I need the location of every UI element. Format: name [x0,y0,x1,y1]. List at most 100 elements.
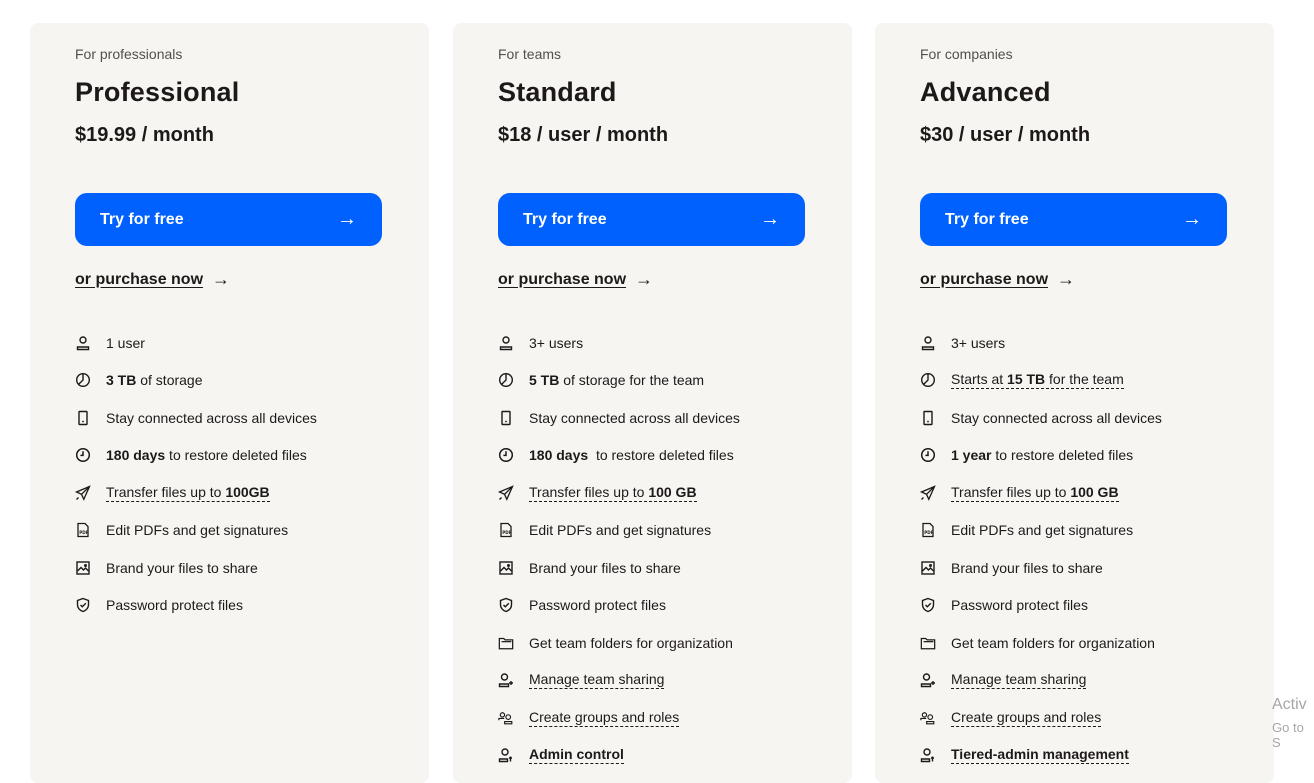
feature-text: Create groups and roles [951,708,1102,727]
feature-text: 3 TB of storage [106,372,203,388]
feature-text-part: Transfer files up to [106,483,226,500]
feature-item: 1 user [75,324,415,362]
feature-item[interactable]: Tiered-admin management [920,737,1260,775]
shield-icon [75,595,97,615]
svg-text:PDF: PDF [79,530,89,535]
purchase-now-link[interactable]: or purchase now → [498,269,653,290]
try-for-free-button[interactable]: Try for free → [498,193,805,246]
plan-card-standard: For teams Standard $18 / user / month Tr… [453,23,852,783]
device-icon [498,408,520,428]
feature-item[interactable]: Manage team sharing [498,662,838,700]
feature-text: 3+ users [951,335,1005,351]
feature-text: Get team folders for organization [951,635,1155,651]
try-for-free-label: Try for free [945,210,1029,228]
image-icon [75,558,97,578]
feature-item: PDF Edit PDFs and get signatures [920,512,1260,550]
clock-icon [498,445,520,465]
storage-icon [498,370,520,390]
purchase-now-label: or purchase now [498,270,627,288]
feature-text: Stay connected across all devices [951,410,1162,426]
plan-name: Standard [498,77,617,107]
svg-text:PDF: PDF [924,530,934,535]
pdf-icon: PDF [920,520,942,540]
feature-item[interactable]: Admin control [498,737,838,775]
clock-icon [75,445,97,465]
purchase-now-link[interactable]: or purchase now → [75,269,230,290]
feature-text: Edit PDFs and get signatures [951,522,1133,538]
feature-text-part: Password protect files [529,597,666,614]
feature-text-part: Stay connected across all devices [106,409,317,426]
feature-text: Edit PDFs and get signatures [106,522,288,538]
clock-icon [920,445,942,465]
feature-text-part: of storage for the team [559,372,705,389]
plan-card-advanced: For companies Advanced $30 / user / mont… [875,23,1274,783]
user-icon [920,333,942,353]
feature-text-part: of storage [136,372,203,389]
user-icon [498,333,520,353]
feature-text: Transfer files up to 100 GB [529,484,697,502]
feature-text-bold: 3 TB [106,372,137,389]
shield-icon [498,595,520,615]
feature-item: 3 TB of storage [75,362,415,400]
admin-icon [498,745,520,765]
arrow-right-icon: → [1182,208,1202,230]
send-icon [498,483,520,503]
plan-card-professional: For professionals Professional $19.99 / … [30,23,429,783]
feature-item[interactable]: Transfer files up to 100 GB [920,474,1260,512]
feature-item: Brand your files to share [920,549,1260,587]
feature-text-bold: 100 GB [1070,483,1119,500]
plan-eyebrow: For teams [498,46,562,62]
feature-text-part: Create groups and roles [951,708,1102,725]
arrow-right-icon: → [337,208,357,230]
feature-text: Transfer files up to 100 GB [951,484,1119,502]
feature-text-part: Edit PDFs and get signatures [106,522,289,539]
feature-text-part: 3+ users [951,334,1006,351]
feature-item: Get team folders for organization [920,624,1260,662]
feature-text: Starts at 15 TB for the team [951,371,1124,390]
try-for-free-button[interactable]: Try for free → [75,193,382,246]
feature-item[interactable]: Manage team sharing [920,662,1260,700]
try-for-free-button[interactable]: Try for free → [920,193,1227,246]
shield-icon [920,595,942,615]
feature-text: 180 days to restore deleted files [106,447,307,463]
user-icon [75,333,97,353]
feature-text-bold: 1 year [951,447,992,464]
plan-price: $18 / user / month [498,124,669,146]
feature-text: Stay connected across all devices [529,410,740,426]
admin-icon [920,745,942,765]
feature-text: 180 days to restore deleted files [529,447,734,463]
feature-item: Stay connected across all devices [498,399,838,437]
feature-item[interactable]: Transfer files up to 100GB [75,474,415,512]
feature-item[interactable]: Starts at 15 TB for the team [920,362,1260,400]
feature-text: Stay connected across all devices [106,410,317,426]
feature-text-part: Password protect files [106,597,243,614]
feature-text: 3+ users [529,335,583,351]
activation-watermark-sub: Go to S [1272,720,1304,750]
feature-text-bold: Admin control [529,746,624,763]
feature-text-part: 1 user [106,334,145,351]
user-add-icon [920,670,942,690]
feature-text-bold: Tiered-admin management [951,746,1129,763]
feature-text: Edit PDFs and get signatures [529,522,711,538]
folder-icon [920,633,942,653]
feature-item[interactable]: Transfer files up to 100 GB [498,474,838,512]
feature-list: 3+ users 5 TB of storage for the team Stay… [498,324,838,774]
feature-item[interactable]: Create groups and roles [498,699,838,737]
plan-eyebrow: For professionals [75,46,183,62]
arrow-right-icon: → [212,269,231,289]
feature-text: 1 user [106,335,145,351]
feature-text-bold: 100GB [225,483,270,500]
feature-text: Transfer files up to 100GB [106,484,270,502]
feature-text-part: Brand your files to share [106,559,258,576]
purchase-now-label: or purchase now [920,270,1049,288]
feature-item: Stay connected across all devices [920,399,1260,437]
feature-item: 3+ users [498,324,838,362]
feature-item: 3+ users [920,324,1260,362]
feature-text: Password protect files [529,597,666,613]
feature-text-part: Manage team sharing [951,671,1087,688]
feature-text-part: Get team folders for organization [529,634,733,651]
feature-item[interactable]: Create groups and roles [920,699,1260,737]
feature-item: 1 year to restore deleted files [920,437,1260,475]
purchase-now-link[interactable]: or purchase now → [920,269,1075,290]
folder-icon [498,633,520,653]
